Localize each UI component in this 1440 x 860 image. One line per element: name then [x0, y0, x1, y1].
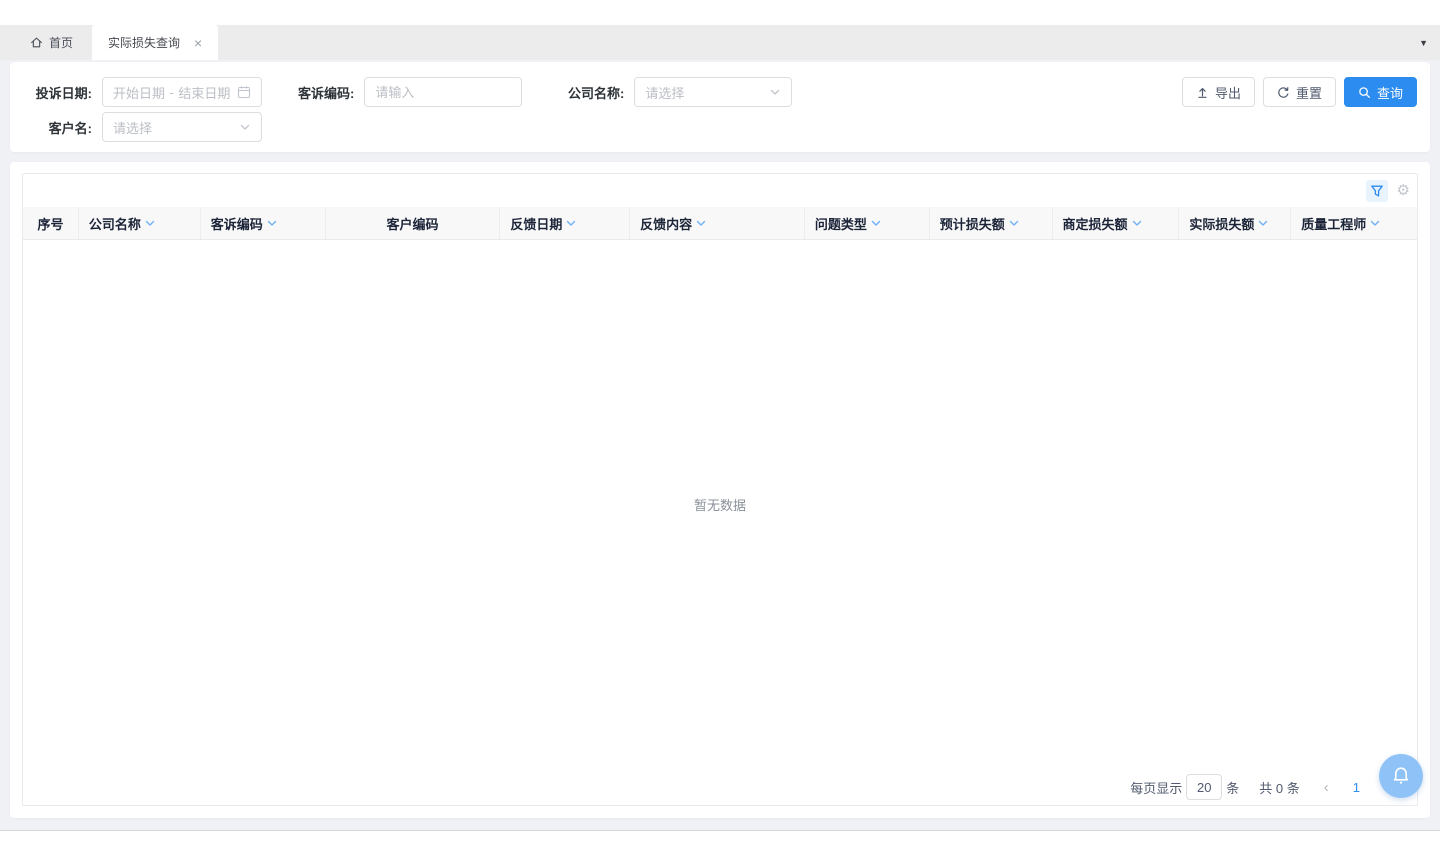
export-icon [1196, 86, 1209, 99]
end-date-placeholder: 结束日期 [178, 83, 230, 102]
filter-company-name: 公司名称: 请选择 [568, 77, 792, 107]
table-body: 暂无数据 [23, 240, 1417, 769]
table-panel: ⚙ 序号 公司名称 客诉编码 客户编码 反馈日期 反馈内容 问题类型 预计损失额 商定损失额 实际… [10, 162, 1430, 818]
per-page-input[interactable] [1186, 774, 1222, 800]
per-page-label: 每页显示 [1130, 778, 1182, 797]
export-button-label: 导出 [1215, 83, 1241, 102]
total-count-label: 共 0 条 [1259, 778, 1299, 797]
column-header-8[interactable]: 预计损失额 [930, 207, 1053, 239]
customer-name-placeholder: 请选择 [113, 118, 152, 137]
complaint-date-range-input[interactable]: 开始日期 - 结束日期 [102, 77, 262, 107]
tab-bar: 首页 实际损失查询 × ▼ [0, 25, 1440, 60]
sort-chevron-icon[interactable] [565, 217, 577, 229]
column-header-5[interactable]: 反馈日期 [500, 207, 630, 239]
tab-home[interactable]: 首页 [14, 25, 89, 60]
reset-button-label: 重置 [1296, 83, 1322, 102]
query-button-label: 查询 [1377, 83, 1403, 102]
column-header-label: 质量工程师 [1301, 214, 1366, 233]
filter-icon[interactable] [1366, 180, 1388, 202]
company-name-placeholder: 请选择 [645, 83, 684, 102]
column-header-label: 客诉编码 [211, 214, 263, 233]
export-button[interactable]: 导出 [1182, 77, 1255, 107]
chevron-down-icon [239, 121, 251, 133]
column-header-11[interactable]: 质量工程师 [1291, 207, 1417, 239]
close-icon[interactable]: × [194, 36, 202, 50]
start-date-placeholder: 开始日期 [113, 83, 165, 102]
sort-chevron-icon[interactable] [695, 217, 707, 229]
company-name-select[interactable]: 请选择 [634, 77, 792, 107]
main-content: 投诉日期: 开始日期 - 结束日期 客诉编码: 公司名称: [0, 60, 1440, 830]
table-toolbar: ⚙ [23, 174, 1417, 207]
reset-icon [1277, 86, 1290, 99]
sort-chevron-icon[interactable] [144, 217, 156, 229]
sort-chevron-icon[interactable] [1369, 217, 1381, 229]
reset-button[interactable]: 重置 [1263, 77, 1336, 107]
table-header: 序号 公司名称 客诉编码 客户编码 反馈日期 反馈内容 问题类型 预计损失额 商定损失额 实际损失… [23, 207, 1417, 240]
column-header-label: 公司名称 [89, 214, 141, 233]
app: 首页 实际损失查询 × ▼ 投诉日期: 开始日期 - 结束日期 [0, 0, 1440, 860]
column-header-6[interactable]: 反馈内容 [630, 207, 805, 239]
sort-chevron-icon[interactable] [870, 217, 882, 229]
column-header-label: 客户编码 [386, 214, 438, 233]
filter-complaint-date: 投诉日期: 开始日期 - 结束日期 [30, 77, 262, 107]
column-header-1: 序号 [23, 207, 79, 239]
search-icon [1358, 86, 1371, 99]
filter-panel: 投诉日期: 开始日期 - 结束日期 客诉编码: 公司名称: [10, 62, 1430, 152]
complaint-code-input[interactable] [364, 77, 522, 107]
sort-chevron-icon[interactable] [266, 217, 278, 229]
column-header-label: 反馈内容 [640, 214, 692, 233]
pagination: 每页显示 条 共 0 条 ‹ 1 › [23, 769, 1417, 805]
company-name-label: 公司名称: [568, 83, 624, 102]
column-header-2[interactable]: 公司名称 [79, 207, 201, 239]
customer-name-select[interactable]: 请选择 [102, 112, 262, 142]
column-header-label: 序号 [37, 214, 63, 233]
filter-customer-name: 客户名: 请选择 [30, 112, 262, 142]
settings-icon[interactable]: ⚙ [1397, 183, 1410, 198]
home-icon [30, 36, 43, 49]
complaint-date-label: 投诉日期: [30, 83, 92, 102]
column-header-label: 反馈日期 [510, 214, 562, 233]
empty-state-text: 暂无数据 [694, 495, 746, 514]
app-shell: 首页 实际损失查询 × ▼ 投诉日期: 开始日期 - 结束日期 [0, 0, 1440, 831]
column-header-3[interactable]: 客诉编码 [201, 207, 326, 239]
filter-actions: 导出 重置 查询 [1182, 77, 1417, 107]
calendar-icon [237, 85, 251, 99]
prev-page-icon[interactable]: ‹ [1324, 780, 1329, 795]
chevron-down-icon [769, 86, 781, 98]
table-container: ⚙ 序号 公司名称 客诉编码 客户编码 反馈日期 反馈内容 问题类型 预计损失额 商定损失额 实际… [22, 173, 1418, 806]
complaint-code-label: 客诉编码: [298, 83, 354, 102]
notification-bell-button[interactable] [1379, 754, 1423, 798]
column-header-4: 客户编码 [326, 207, 501, 239]
column-header-label: 预计损失额 [940, 214, 1005, 233]
column-header-10[interactable]: 实际损失额 [1179, 207, 1291, 239]
tab-home-label: 首页 [49, 34, 73, 51]
column-header-label: 实际损失额 [1189, 214, 1254, 233]
query-button[interactable]: 查询 [1344, 77, 1417, 107]
column-header-7[interactable]: 问题类型 [805, 207, 930, 239]
sort-chevron-icon[interactable] [1008, 217, 1020, 229]
column-header-label: 问题类型 [815, 214, 867, 233]
per-page-unit: 条 [1226, 778, 1239, 797]
sort-chevron-icon[interactable] [1257, 217, 1269, 229]
date-range-separator: - [168, 85, 176, 100]
customer-name-label: 客户名: [30, 118, 92, 137]
column-header-9[interactable]: 商定损失额 [1053, 207, 1180, 239]
page-number[interactable]: 1 [1353, 780, 1360, 795]
tab-actual-loss-query[interactable]: 实际损失查询 × [92, 25, 218, 60]
sort-chevron-icon[interactable] [1131, 217, 1143, 229]
filter-complaint-code: 客诉编码: [298, 77, 522, 107]
tab-list-caret-icon[interactable]: ▼ [1419, 25, 1428, 60]
tab-label: 实际损失查询 [108, 34, 180, 51]
bell-icon [1389, 764, 1413, 788]
column-header-label: 商定损失额 [1063, 214, 1128, 233]
